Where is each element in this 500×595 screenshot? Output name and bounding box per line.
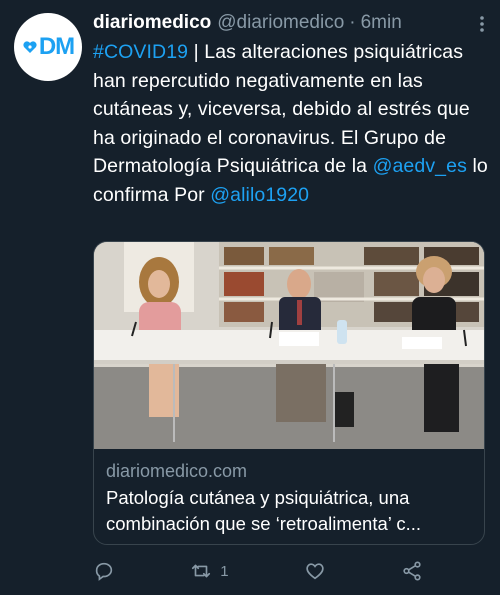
reply-icon: [95, 562, 113, 581]
author-name[interactable]: diariomedico: [93, 8, 211, 38]
retweet-icon: [192, 564, 211, 578]
tweet-content: diariomedico @diariomedico · 6min #COVID…: [93, 8, 488, 209]
card-image[interactable]: [94, 242, 484, 449]
tweet-header: diariomedico @diariomedico · 6min: [93, 8, 488, 38]
tweet-text: #COVID19 | Las alteraciones psiquiátrica…: [93, 38, 488, 209]
share-icon: [403, 561, 421, 581]
mention-link-alilo[interactable]: @alilo1920: [210, 184, 309, 206]
author-handle[interactable]: @diariomedico: [217, 8, 344, 38]
avatar-text: DM: [38, 33, 75, 60]
retweet-count: 1: [220, 562, 229, 580]
timestamp[interactable]: 6min: [361, 8, 402, 38]
share-button[interactable]: [401, 560, 423, 582]
heart-stethoscope-icon: [23, 41, 37, 53]
meeting-photo: [94, 242, 484, 449]
more-options-icon[interactable]: [472, 14, 492, 34]
reply-button[interactable]: [93, 560, 115, 582]
link-card[interactable]: diariomedico.com Patología cutánea y psi…: [93, 241, 485, 545]
avatar[interactable]: DM: [14, 13, 82, 81]
card-domain: diariomedico.com: [106, 461, 248, 481]
mention-link-aedv[interactable]: @aedv_es: [373, 155, 467, 177]
tweet-actions: 1: [93, 560, 423, 582]
like-button[interactable]: [304, 560, 326, 582]
retweet-button[interactable]: 1: [190, 560, 229, 582]
separator-dot: ·: [349, 12, 356, 33]
heart-icon: [306, 563, 324, 580]
avatar-logo: DM: [22, 33, 75, 61]
card-body: diariomedico.com Patología cutánea y psi…: [94, 449, 484, 544]
hashtag-link[interactable]: #COVID19: [93, 41, 188, 63]
card-title[interactable]: Patología cutánea y psiquiátrica, una co…: [106, 485, 472, 537]
